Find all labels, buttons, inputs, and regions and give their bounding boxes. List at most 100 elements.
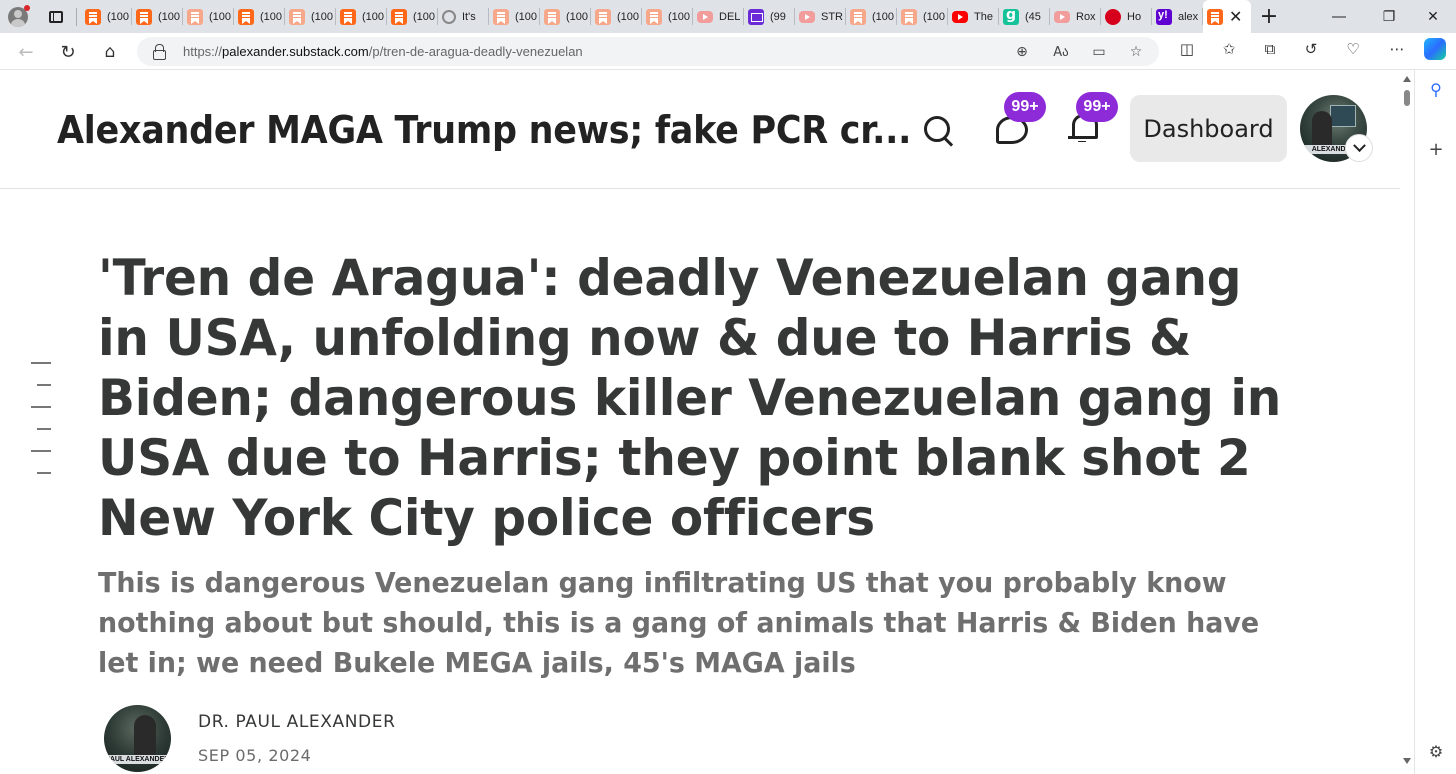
notifications-badge: 99+ (1076, 92, 1118, 122)
substack-icon (901, 8, 917, 25)
red-circle-icon (1105, 8, 1121, 25)
tab-label: alex (1178, 10, 1199, 23)
tab[interactable]: (100 (846, 0, 897, 33)
favorites-icon[interactable]: ✩ (1218, 38, 1240, 60)
tab[interactable]: (100 (336, 0, 387, 33)
lock-icon[interactable] (153, 44, 166, 60)
url-host: palexander.substack.com (222, 44, 369, 59)
scrollbar[interactable] (1400, 70, 1414, 774)
grammarly-icon (1003, 7, 1019, 25)
substack-icon (187, 8, 203, 25)
home-icon[interactable]: ⌂ (96, 38, 124, 66)
tab-label: (100 (107, 10, 129, 23)
chat-badge: 99+ (1004, 92, 1046, 122)
tab[interactable]: The (948, 0, 999, 33)
close-window-icon[interactable]: ✕ (1410, 0, 1456, 33)
tab[interactable]: It's (438, 0, 489, 33)
publication-header: Alexander MAGA Trump news; fake PCR cr..… (0, 70, 1400, 189)
url-prefix: https:// (183, 44, 223, 59)
new-tab-button[interactable]: + (1251, 0, 1287, 33)
tab[interactable]: (100 (591, 0, 642, 33)
tab[interactable]: (45 (999, 0, 1050, 33)
scroll-up-icon[interactable] (1403, 76, 1411, 82)
url-text[interactable]: https://palexander.substack.com/p/tren-d… (183, 44, 583, 59)
refresh-icon[interactable]: ↻ (54, 38, 82, 66)
scrollbar-thumb[interactable] (1404, 90, 1410, 106)
tab-active[interactable]: ✕ (1203, 0, 1251, 33)
tab[interactable]: STR (795, 0, 846, 33)
tab-label: STR (821, 10, 843, 23)
dashboard-button[interactable]: Dashboard (1130, 95, 1287, 162)
profile-icon[interactable] (0, 0, 36, 33)
page-icon (442, 9, 456, 24)
read-aloud-icon[interactable]: Aა (1051, 42, 1071, 62)
table-of-contents-icon[interactable] (31, 362, 51, 494)
yahoo-icon (1156, 8, 1172, 25)
tab[interactable]: (100 (285, 0, 336, 33)
tab[interactable]: alex (1152, 0, 1203, 33)
tab[interactable]: (100 (489, 0, 540, 33)
substack-icon (85, 8, 101, 25)
immersive-reader-icon[interactable]: ▭ (1089, 42, 1109, 62)
extensions-icon[interactable]: ♡ (1342, 38, 1364, 60)
tab-label: (45 (1025, 10, 1041, 23)
tab-label: (100 (923, 10, 945, 23)
favorite-star-icon[interactable]: ☆ (1126, 42, 1146, 62)
tab-actions-icon[interactable] (36, 0, 76, 33)
split-screen-icon[interactable]: ◫ (1176, 38, 1198, 60)
history-icon[interactable]: ↺ (1300, 38, 1322, 60)
tab[interactable]: (100 (183, 0, 234, 33)
tab-label: (100 (209, 10, 231, 23)
tab[interactable]: (100 (81, 0, 132, 33)
page-content: Alexander MAGA Trump news; fake PCR cr..… (0, 70, 1400, 774)
sidebar-search-icon[interactable]: ⚲ (1425, 78, 1447, 100)
url-path: /p/tren-de-aragua-deadly-venezuelan (368, 44, 583, 59)
tab-separator (76, 7, 77, 26)
tab[interactable]: (100 (132, 0, 183, 33)
author-avatar-banner: PAUL ALEXANDER (104, 755, 171, 764)
back-icon[interactable]: ← (12, 38, 40, 66)
more-menu-icon[interactable]: ⋯ (1386, 38, 1408, 60)
tab[interactable]: (100 (642, 0, 693, 33)
tab-label: (100 (617, 10, 639, 23)
zoom-icon[interactable]: ⊕ (1012, 42, 1032, 62)
substack-icon (340, 8, 356, 25)
tab[interactable]: Ho (1101, 0, 1152, 33)
copilot-icon[interactable] (1424, 38, 1446, 60)
tab[interactable]: Rox (1050, 0, 1101, 33)
youtube-icon (799, 10, 815, 23)
tab-label: (100 (872, 10, 894, 23)
tab[interactable]: DEL (693, 0, 744, 33)
tab[interactable]: (100 (540, 0, 591, 33)
sidebar-settings-icon[interactable]: ⚙ (1425, 740, 1447, 762)
sidebar-add-icon[interactable]: + (1425, 138, 1447, 160)
avatar-sign (1330, 105, 1356, 127)
substack-icon (850, 8, 866, 25)
tab[interactable]: (100 (234, 0, 285, 33)
tab[interactable]: (100 (387, 0, 438, 33)
restore-icon[interactable]: ❐ (1366, 0, 1412, 33)
search-icon[interactable] (918, 110, 958, 150)
tab-label: The (974, 10, 993, 23)
tab-label: Rox (1076, 10, 1096, 23)
scroll-down-icon[interactable] (1403, 758, 1411, 764)
close-tab-icon[interactable]: ✕ (1229, 7, 1242, 26)
substack-icon (391, 8, 407, 25)
tab-label: (100 (260, 10, 282, 23)
author-name[interactable]: DR. PAUL ALEXANDER (198, 712, 396, 732)
tab-label: (100 (362, 10, 384, 23)
author-avatar-person (134, 715, 156, 755)
address-bar[interactable]: https://palexander.substack.com/p/tren-d… (137, 37, 1159, 66)
tab-label: DEL (719, 10, 741, 23)
tab-label: Ho (1127, 10, 1142, 23)
chevron-down-icon[interactable] (1345, 134, 1373, 162)
tab[interactable]: (99 (744, 0, 795, 33)
publication-title[interactable]: Alexander MAGA Trump news; fake PCR cr..… (57, 108, 911, 152)
substack-icon (1207, 8, 1223, 25)
tab[interactable]: (100 (897, 0, 948, 33)
minimize-icon[interactable]: ― (1316, 0, 1362, 33)
substack-icon (136, 8, 152, 25)
author-avatar[interactable]: PAUL ALEXANDER (104, 705, 171, 772)
collections-icon[interactable]: ⧉ (1259, 38, 1281, 60)
substack-icon (238, 8, 254, 25)
